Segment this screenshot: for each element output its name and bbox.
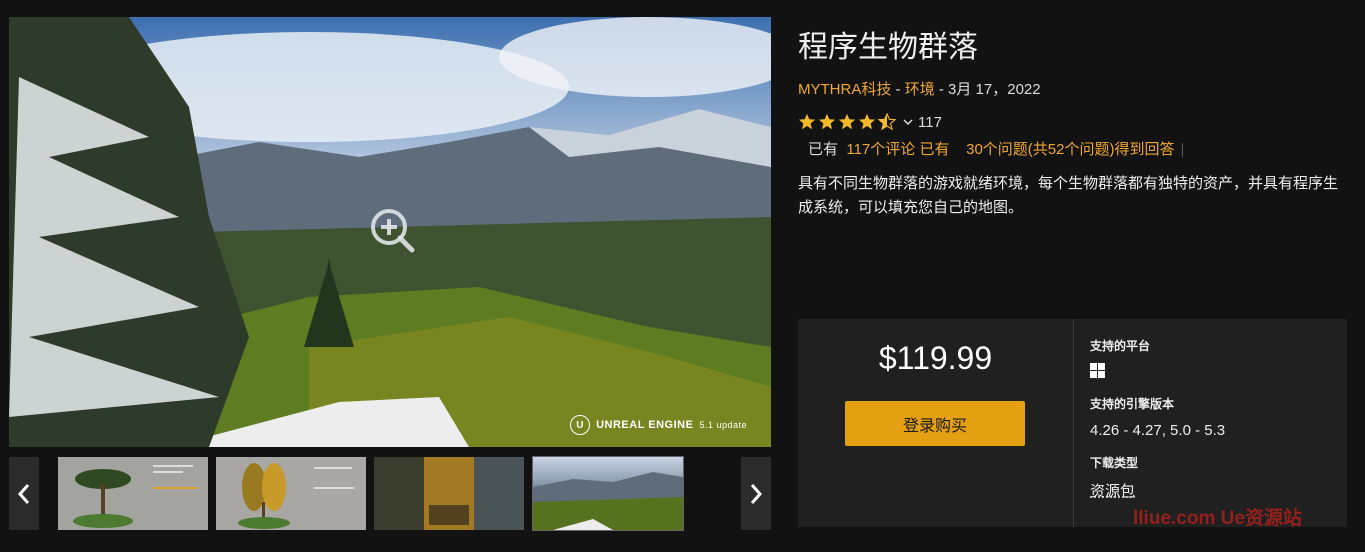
price: $119.99 [878,340,993,376]
gallery-thumbnail[interactable] [374,457,524,530]
download-type-row: 资源包 [1090,480,1135,501]
gallery-thumbnail[interactable] [216,457,366,530]
chevron-left-icon [17,483,30,504]
unreal-logo-icon: U [570,415,591,435]
thumbnail-art [216,457,366,530]
chevron-down-icon [903,119,913,126]
gallery-thumbnail[interactable] [58,457,208,530]
windows-icon [1090,363,1105,378]
zoom-icon[interactable] [364,202,424,262]
product-description: 具有不同生物群落的游戏就绪环境，每个生物群落都有独特的资产，并具有程序生成系统，… [798,175,1339,216]
next-image-button[interactable] [741,457,771,530]
reviews-separator: | [1180,141,1185,158]
thumbnail-art [58,457,208,530]
reviews-prefix: 已有 [808,141,839,158]
category-link[interactable]: 环境 [905,81,935,98]
reviews-summary: 已有 117个评论 已有 30个问题(共52个问题)得到回答 | [808,138,1184,159]
download-type-link[interactable]: 资源包 [1090,483,1135,500]
star-full-icon [858,113,876,130]
panel-divider [1073,319,1074,527]
gallery-thumbnail-selected[interactable] [532,456,684,531]
thumbnail-art [374,457,524,530]
platforms-label: 支持的平台 [1090,339,1151,353]
main-preview-image[interactable]: U UNREAL ENGINE 5.1 update [9,17,771,447]
watermark: lliue.com Ue资源站 [1133,508,1302,529]
release-date: - 3月 17，2022 [934,81,1041,98]
thumbnail-art [533,472,683,530]
product-meta: MYTHRA科技 - 环境 - 3月 17，2022 [798,78,1041,99]
badge-version: 5.1 update [699,420,747,430]
star-full-icon [798,113,816,130]
unreal-engine-badge: U UNREAL ENGINE 5.1 update [570,415,747,435]
product-title: 程序生物群落 [798,31,978,64]
meta-separator: - [891,81,905,98]
star-full-icon [838,113,856,130]
rating-count: 117 [918,113,942,131]
badge-text: UNREAL ENGINE [596,419,694,431]
download-type-label: 下载类型 [1090,456,1139,470]
star-half-icon [878,113,896,131]
rating-row[interactable]: 117 [798,113,942,131]
reviews-link[interactable]: 117个评论 已有 [846,141,949,158]
seller-link[interactable]: MYTHRA科技 [798,81,891,98]
engine-versions: 4.26 - 4.27, 5.0 - 5.3 [1090,422,1226,439]
star-full-icon [818,113,836,130]
sign-in-to-buy-button[interactable]: 登录购买 [845,401,1025,446]
engine-versions-label: 支持的引擎版本 [1090,397,1175,411]
chevron-right-icon [750,483,763,504]
questions-link[interactable]: 30个问题(共52个问题)得到回答 [966,141,1174,158]
previous-image-button[interactable] [9,457,39,530]
